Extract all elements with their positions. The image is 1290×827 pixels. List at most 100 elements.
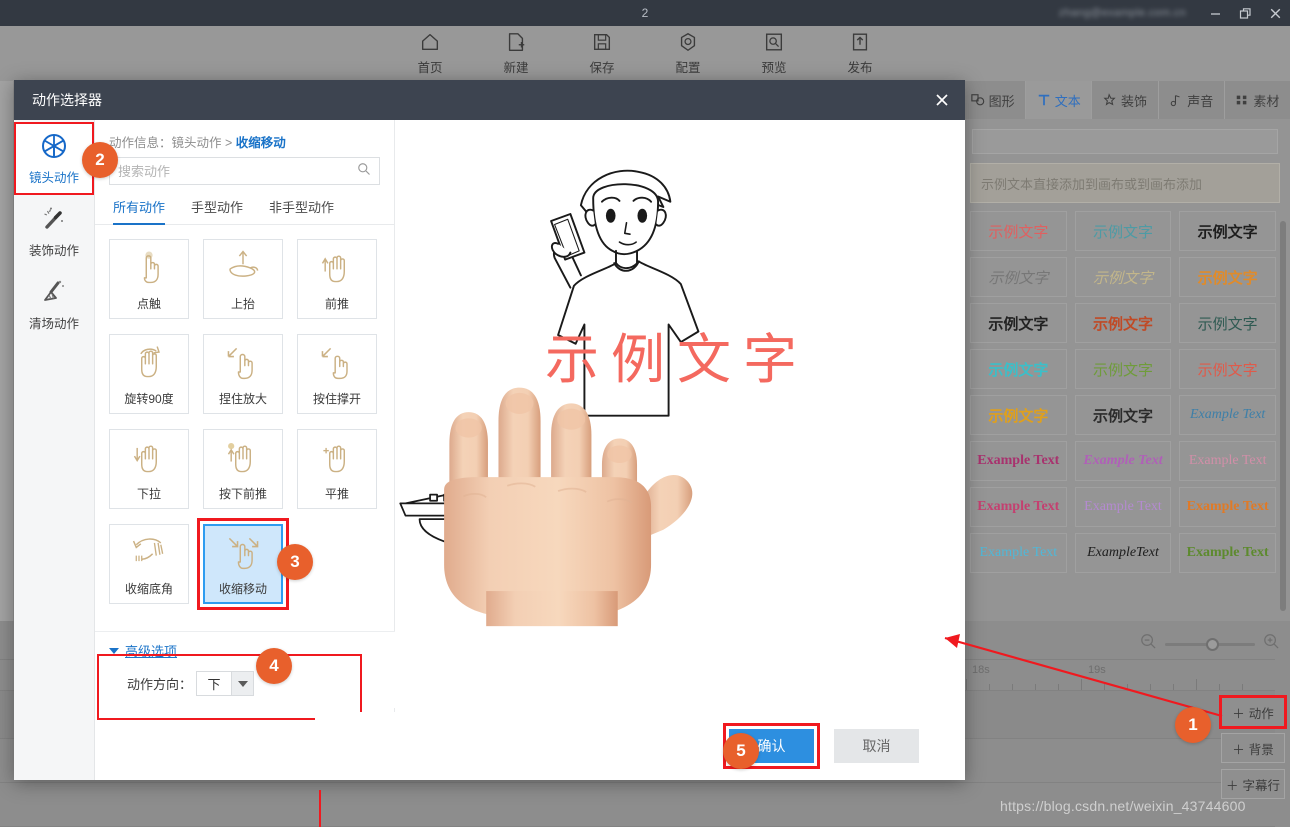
right-panel-scrollbar[interactable] xyxy=(1280,221,1286,611)
action-cell-lift-up-hand[interactable]: 上抬 xyxy=(203,239,283,319)
tab-nonhand-actions[interactable]: 非手型动作 xyxy=(269,197,334,224)
tab-text[interactable]: 文本 xyxy=(1026,81,1093,119)
add-subtitle-button[interactable]: ＋ 字幕行 xyxy=(1221,769,1285,799)
nav-item-clear-action[interactable]: 清场动作 xyxy=(14,268,94,341)
action-cell-label: 前推 xyxy=(324,297,349,311)
toolbar-item-config[interactable]: 配置 xyxy=(662,31,714,76)
advanced-options-panel: 高级选项 动作方向： 下 xyxy=(95,631,395,708)
action-cell-shrink-move-hand[interactable]: 收缩移动 xyxy=(197,518,289,610)
text-style-cell[interactable]: Example Text xyxy=(1179,395,1276,435)
text-style-cell[interactable]: 示例文字 xyxy=(970,211,1067,251)
toolbar-item-new[interactable]: 新建 xyxy=(490,31,542,76)
text-style-cell[interactable]: 示例文字 xyxy=(1179,303,1276,343)
toolbar-label: 首页 xyxy=(417,61,443,75)
text-style-cell[interactable]: 示例文字 xyxy=(1074,211,1172,251)
window-close-button[interactable] xyxy=(1260,0,1290,26)
search-input[interactable] xyxy=(118,163,357,179)
action-cell-pull-down-hand[interactable]: 下拉 xyxy=(109,429,189,509)
tab-hand-actions[interactable]: 手型动作 xyxy=(191,197,243,224)
cancel-button[interactable]: 取消 xyxy=(834,729,919,763)
text-style-sample: 示例文字 xyxy=(1197,361,1258,379)
tab-decorate[interactable]: 装饰 xyxy=(1092,81,1159,119)
text-style-cell[interactable]: ExampleText xyxy=(1074,533,1172,573)
text-style-cell[interactable]: 示例文字 xyxy=(970,349,1067,389)
nav-item-decoration-action[interactable]: 装饰动作 xyxy=(14,195,94,268)
chevron-down-icon[interactable] xyxy=(231,672,254,695)
tab-shapes[interactable]: 图形 xyxy=(960,81,1027,119)
watermark: https://blog.csdn.net/weixin_43744600 xyxy=(1000,798,1246,814)
text-style-cell[interactable]: 示例文字 xyxy=(1074,303,1172,343)
text-style-sample: 示例文字 xyxy=(1197,315,1258,333)
text-style-cell[interactable]: Example Text xyxy=(1179,533,1276,573)
direction-select[interactable]: 下 xyxy=(196,671,255,696)
text-style-cell[interactable]: Example Text xyxy=(1179,487,1276,527)
step-badge-2: 2 xyxy=(82,142,118,178)
action-cell-hold-spread-hand[interactable]: 按住撑开 xyxy=(297,334,377,414)
advanced-options-header[interactable]: 高级选项 xyxy=(109,641,395,660)
tab-sound[interactable]: 声音 xyxy=(1159,81,1225,119)
text-style-cell[interactable]: 示例文字 xyxy=(1074,257,1172,297)
text-style-cell[interactable]: Example Text xyxy=(1074,487,1172,527)
shrink-corner-hand-icon xyxy=(129,531,169,578)
action-cell-rotate-90-hand[interactable]: 旋转90度 xyxy=(109,334,189,414)
text-style-cell[interactable]: Example Text xyxy=(970,441,1067,481)
right-panel-tabs: 图形 文本 装饰 声音 素材 xyxy=(960,81,1290,119)
toolbar-item-home[interactable]: 首页 xyxy=(404,31,456,76)
home-icon xyxy=(421,33,439,51)
text-style-cell[interactable]: 示例文字 xyxy=(1074,349,1172,389)
zoom-slider[interactable] xyxy=(1165,637,1255,651)
zoom-slider-knob[interactable] xyxy=(1206,637,1220,651)
toolbar-item-publish[interactable]: 发布 xyxy=(834,31,886,76)
settings-icon xyxy=(680,33,696,51)
text-style-cell[interactable]: Example Text xyxy=(1074,441,1172,481)
text-banner: 示例文本直接添加到画布或到画布添加 xyxy=(970,163,1280,203)
action-cell-pinch-zoom-hand[interactable]: 捏住放大 xyxy=(203,334,283,414)
action-cell-tap-hand[interactable]: 点触 xyxy=(109,239,189,319)
search-icon[interactable] xyxy=(357,162,371,181)
text-style-cell[interactable]: Example Text xyxy=(970,533,1067,573)
add-background-button[interactable]: ＋ 背景 xyxy=(1221,733,1285,763)
zoom-in-icon[interactable] xyxy=(1263,633,1280,655)
shrink-move-hand-icon xyxy=(223,531,263,578)
sound-icon xyxy=(1169,93,1183,107)
window-restore-button[interactable] xyxy=(1230,0,1260,26)
text-style-cell[interactable]: 示例文字 xyxy=(1074,395,1172,435)
tab-material[interactable]: 素材 xyxy=(1225,81,1290,119)
asset-search-input[interactable] xyxy=(972,128,1278,154)
step-badge-1: 1 xyxy=(1175,707,1211,743)
action-cell-press-push-hand[interactable]: 按下前推 xyxy=(203,429,283,509)
action-search-box[interactable] xyxy=(109,157,380,185)
action-cell-shrink-corner-hand[interactable]: 收缩底角 xyxy=(109,524,189,604)
minimize-icon xyxy=(1210,12,1220,15)
text-style-cell[interactable]: Example Text xyxy=(1179,441,1276,481)
add-action-button[interactable]: ＋ 动作 xyxy=(1219,695,1287,729)
text-style-cell[interactable]: 示例文字 xyxy=(1179,349,1276,389)
text-style-cell[interactable]: 示例文字 xyxy=(1179,211,1276,251)
text-style-cell[interactable]: 示例文字 xyxy=(970,395,1067,435)
toolbar-item-save[interactable]: 保存 xyxy=(576,31,628,76)
document-number: 2 xyxy=(641,6,649,20)
text-style-cell[interactable]: 示例文字 xyxy=(970,257,1067,297)
toolbar-item-preview[interactable]: 预览 xyxy=(748,31,800,76)
material-grid-icon xyxy=(1235,93,1249,107)
action-cell-label: 按住撑开 xyxy=(312,392,361,406)
text-style-cell[interactable]: 示例文字 xyxy=(1179,257,1276,297)
window-minimize-button[interactable] xyxy=(1200,0,1230,26)
text-style-cell[interactable]: 示例文字 xyxy=(970,303,1067,343)
action-cell-push-forward-hand[interactable]: 前推 xyxy=(297,239,377,319)
zoom-out-icon[interactable] xyxy=(1140,633,1157,655)
tab-all-actions[interactable]: 所有动作 xyxy=(113,197,166,225)
action-cell-flat-push-hand[interactable]: 平推 xyxy=(297,429,377,509)
tab-label: 手型动作 xyxy=(191,200,244,215)
text-style-cell[interactable]: Example Text xyxy=(970,487,1067,527)
text-style-sample: 示例文字 xyxy=(1092,315,1153,333)
toolbar-label: 预览 xyxy=(761,61,787,75)
action-selector-dialog: 动作选择器 镜头动作 装饰动作 清场动作 动作信息：镜头动作 > 收缩移动 搜索… xyxy=(14,80,965,780)
text-style-sample: Example Text xyxy=(1084,499,1162,514)
breadcrumb-prefix: 动作信息：镜头动作 > xyxy=(109,136,233,150)
dialog-close-button[interactable] xyxy=(929,88,955,112)
save-icon xyxy=(593,33,611,51)
tap-hand-icon xyxy=(129,246,169,293)
text-style-sample: 示例文字 xyxy=(988,361,1049,379)
window-titlebar: 2 zhang@example.com.cn xyxy=(0,0,1290,26)
